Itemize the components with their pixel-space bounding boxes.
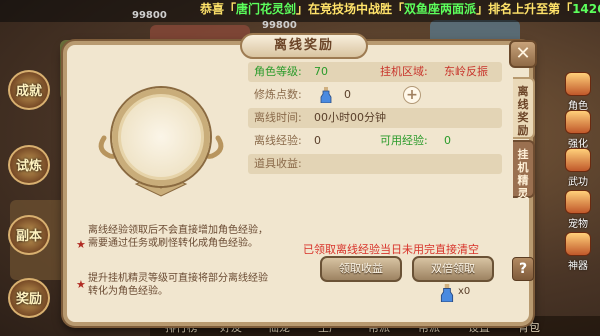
points-label: 修炼点数:: [254, 88, 302, 101]
star-icon: ★: [76, 238, 86, 251]
potion-icon: [440, 284, 454, 302]
pet-icon: [565, 190, 591, 214]
dialog-title: 离线奖励: [240, 33, 368, 59]
zone-value: 东岭反振: [444, 65, 488, 78]
tab-afk-sprite-label: 挂机精灵: [517, 148, 529, 200]
left-menu-dungeon[interactable]: 副本: [8, 215, 50, 255]
enhance-icon: [565, 110, 591, 134]
left-menu-trial[interactable]: 试炼: [8, 145, 50, 185]
time-label: 离线时间:: [254, 111, 302, 124]
resource-count: 99800: [262, 20, 297, 31]
row-exp: 离线经验: 0 可用经验: 0: [248, 131, 502, 151]
artifact-icon: [565, 232, 591, 256]
usable-exp-label: 可用经验:: [380, 134, 428, 147]
add-points-button[interactable]: +: [403, 86, 421, 104]
usable-exp-value: 0: [444, 134, 451, 147]
claim-button[interactable]: 领取收益: [320, 256, 402, 282]
zone-label: 挂机区域:: [380, 65, 428, 78]
resource-count: 99800: [132, 10, 167, 21]
note-2: 提升挂机精灵等级可直接将部分离线经验转化为角色经验。: [88, 273, 268, 297]
avatar-ring: [112, 88, 210, 186]
level-label: 角色等级:: [254, 65, 302, 78]
exp-label: 离线经验:: [254, 134, 302, 147]
left-menu-reward[interactable]: 奖励: [8, 278, 50, 318]
left-menu-achievement[interactable]: 成就: [8, 70, 50, 110]
level-value: 70: [314, 65, 328, 78]
right-menu-enhance[interactable]: 强化: [556, 110, 600, 150]
skills-icon: [565, 148, 591, 172]
tab-offline-reward[interactable]: 离线奖励: [513, 77, 535, 139]
right-menu-character[interactable]: 角色: [556, 72, 600, 112]
right-menu-skills[interactable]: 武功: [556, 148, 600, 188]
potion-count: x0: [458, 286, 471, 297]
row-item-income: 道具收益:: [248, 154, 502, 174]
star-icon: ★: [76, 278, 86, 291]
warning-text: 已领取离线经验当日未用完直接清空: [303, 243, 479, 256]
right-menu-pet[interactable]: 宠物: [556, 190, 600, 230]
right-menu-artifact[interactable]: 神器: [556, 232, 600, 272]
broadcast-ticker: 恭喜「唐门花灵剑」在竞技场中战胜「双鱼座两面派」排名上升至第「1426」名: [200, 2, 600, 16]
row-time: 离线时间: 00小时00分钟: [248, 108, 502, 128]
double-claim-button[interactable]: 双倍领取: [412, 256, 494, 282]
character-icon: [565, 72, 591, 96]
row-level: 角色等级: 70 挂机区域: 东岭反振: [248, 62, 502, 82]
tab-offline-reward-label: 离线奖励: [517, 85, 529, 137]
points-value: 0: [344, 88, 351, 101]
note-1: 离线经验领取后不会直接增加角色经验，需要通过任务或刷怪转化成角色经验。: [88, 225, 268, 249]
exp-value: 0: [314, 134, 321, 147]
row-points: 修炼点数: 0 +: [248, 85, 502, 105]
tab-afk-sprite[interactable]: 挂机精灵: [513, 140, 535, 200]
time-value: 00小时00分钟: [314, 111, 386, 124]
close-button[interactable]: ✕: [509, 40, 537, 68]
potion-icon: [320, 87, 332, 103]
help-button[interactable]: ?: [512, 257, 534, 281]
item-income-label: 道具收益:: [254, 157, 302, 170]
